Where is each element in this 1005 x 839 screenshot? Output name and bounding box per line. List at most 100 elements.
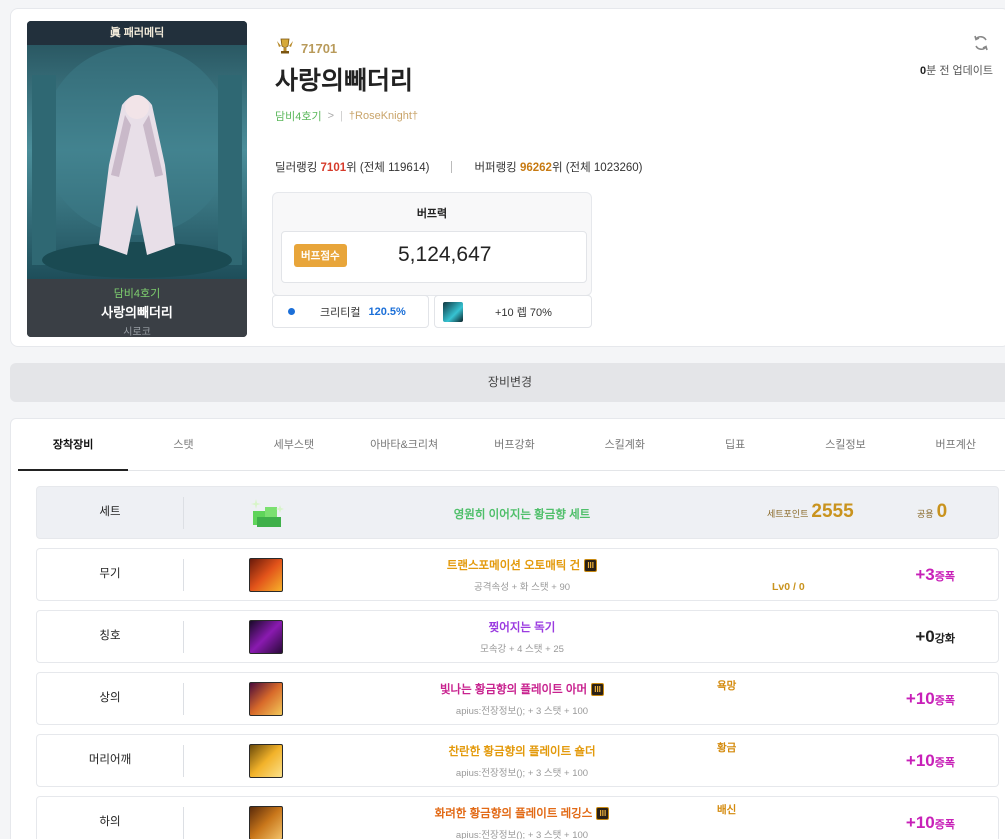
buff-title: 버프력 [416,208,448,220]
fusion-tag: 배신 [717,804,737,816]
upgrade-level: +10증폭 [906,689,955,709]
upgrade-unit: 증폭 [934,757,955,769]
equipment-row-shoulder[interactable]: 머리어깨 찬란한 황금향의 플레이트 숄더 apius:전장정보(); + 3 … [36,734,999,787]
update-suffix: 분 전 업데이트 [926,65,993,77]
adventure-link[interactable]: †RoseKnight† [349,110,418,122]
equipment-row-bottom[interactable]: 하의 화려한 황금향의 플레이트 레깅스 III apius:전장정보(); +… [36,796,999,839]
title-icon [249,620,283,654]
item-name[interactable]: 트랜스포메이션 오토매틱 건 III [337,557,707,573]
item-name[interactable]: 빛나는 황금향의 플레이트 아머 III [337,681,707,697]
character-portrait: 眞 패러메딕 담비4호기 사랑의빼더리 시로코 [27,21,247,337]
tab-skill-info[interactable]: 스킬정보 [790,419,900,470]
dealer-rank: 7101 [320,162,347,174]
buff-score: 5,124,647 [398,243,492,266]
item-name-text: 화려한 황금향의 플레이트 레깅스 [434,808,593,820]
slot-label: 무기 [99,568,121,580]
refresh-icon[interactable] [971,33,991,53]
buffer-rank-suffix: 위 (전체 1023260) [551,162,643,174]
item-option: 공격속성 + 화 스탯 + 90 [473,582,571,593]
tab-buff-calc[interactable]: 버프계산 [901,419,1005,470]
equipment-panel: 장착장비 스탯 세부스탯 아바타&크리쳐 버프강화 스킬계화 딥표 스킬정보 버… [10,418,1005,839]
common-point: 공용 0 [917,501,947,523]
equipment-row-title[interactable]: 칭호 찢어지는 독기 모속강 + 4 스탯 + 25 +0강화 [36,610,999,663]
row-divider [183,497,184,529]
row-divider [183,807,184,839]
buff-power-box: 버프력 버프점수 5,124,647 [272,192,592,296]
grade-badge: III [584,558,598,572]
set-point-label: 세트포인트 [767,509,809,519]
fusion-tag: 황금 [717,742,737,754]
creature-icon [443,301,463,322]
set-name[interactable]: 영원히 이어지는 황금향 세트 [337,506,707,522]
fusion-tag: 욕망 [717,680,737,692]
portrait-guild: 담비4호기 [113,288,161,300]
item-name[interactable]: 화려한 황금향의 플레이트 레깅스 III [337,805,707,821]
character-name: 사랑의빼더리 [275,67,414,95]
set-point-value: 2555 [811,501,854,522]
item-name[interactable]: 찢어지는 독기 [337,619,707,635]
item-option: 모속강 + 4 스탯 + 25 [480,644,564,655]
common-label: 공용 [917,509,934,519]
equipment-row-weapon[interactable]: 무기 트랜스포메이션 오토매틱 건 III 공격속성 + 화 스탯 + 90 L… [36,548,999,601]
buffer-ranking: 버퍼랭킹 96262위 (전체 1023260) [474,159,642,175]
creature-stat: +10 렙 70% [434,295,592,328]
tab-equipped[interactable]: 장착장비 [18,419,129,471]
crit-stat: 크리티컬 120.5% [272,295,429,328]
fame-number: 71701 [301,41,338,56]
armor-shoulder-icon [249,744,283,778]
tab-skill[interactable]: 스킬계화 [570,419,680,470]
common-value: 0 [936,501,948,522]
item-name-text: 트랜스포메이션 오토매틱 건 [446,560,581,572]
equip-change-button[interactable]: 장비변경 [10,363,1005,402]
fame-line: 71701 [275,37,337,60]
equipment-tabs: 장착장비 스탯 세부스탯 아바타&크리쳐 버프강화 스킬계화 딥표 스킬정보 버… [18,419,1005,471]
slot-label: 상의 [99,692,121,704]
row-divider [183,621,184,653]
weapon-icon [249,558,283,592]
buffer-ranking-label: 버퍼랭킹 [474,162,517,174]
set-gem-icon [247,495,287,531]
item-name-text: 찬란한 황금향의 플레이트 숄더 [448,746,596,758]
portrait-server: 시로코 [123,327,151,337]
dot-icon [288,308,295,315]
tab-stats[interactable]: 스탯 [128,419,238,470]
guild-link[interactable]: 담비4호기 [275,108,322,124]
upgrade-level: +3증폭 [915,565,955,585]
weapon-level-tag: Lv0 / 0 [772,581,805,593]
upgrade-num: +10 [905,751,935,770]
ranking-line: 딜러랭킹 7101위 (전체 119614) 버퍼랭킹 96262위 (전체 1… [275,159,643,175]
item-name-text: 빛나는 황금향의 플레이트 아머 [439,684,588,696]
upgrade-num: +3 [915,565,935,584]
tab-buff-enhance[interactable]: 버프강화 [459,419,569,470]
upgrade-num: +10 [905,689,935,708]
slot-label: 세트 [99,506,121,518]
upgrade-level: +10증폭 [906,813,955,833]
tab-detail-stats[interactable]: 세부스탯 [239,419,349,470]
slot-label: 칭호 [99,630,121,642]
creature-label: +10 렙 70% [495,306,552,319]
guild-line: 담비4호기 > | †RoseKnight† [275,108,418,124]
item-name[interactable]: 찬란한 황금향의 플레이트 숄더 [337,743,707,759]
buff-score-panel: 버프점수 5,124,647 [281,231,587,283]
dealer-ranking: 딜러랭킹 7101위 (전체 119614) [275,159,429,175]
upgrade-num: +10 [905,813,935,832]
character-profile-card: 眞 패러메딕 담비4호기 사랑의빼더리 시로코 71701 사랑의빼더리 담비4… [10,8,1005,347]
tab-avatar-creature[interactable]: 아바타&크리쳐 [349,419,459,470]
portrait-footer: 담비4호기 사랑의빼더리 시로코 [27,279,247,337]
set-row[interactable]: 세트 영원히 이어지는 황금향 세트 세트포인트 2555 공용 0 [36,486,999,539]
row-divider [183,745,184,777]
item-option: apius:전장정보(); + 3 스탯 + 100 [455,706,589,717]
armor-bottom-icon [249,806,283,839]
upgrade-unit: 증폭 [934,695,955,707]
chevron-right-icon: > [327,110,335,122]
update-status: 0분 전 업데이트 [920,62,993,78]
slot-label: 하의 [99,816,121,828]
armor-top-icon [249,682,283,716]
dealer-rank-suffix: 위 (전체 119614) [346,162,430,174]
upgrade-unit: 증폭 [934,571,955,583]
set-point: 세트포인트 2555 [767,501,854,523]
upgrade-num: +0 [915,627,935,646]
upgrade-unit: 강화 [934,633,955,645]
equipment-row-top[interactable]: 상의 빛나는 황금향의 플레이트 아머 III apius:전장정보(); + … [36,672,999,725]
tab-deal-table[interactable]: 딥표 [680,419,790,470]
